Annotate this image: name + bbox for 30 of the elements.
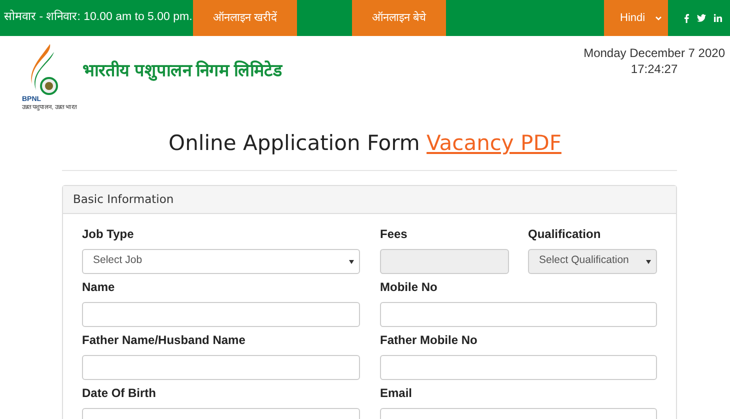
field-label: Job Type bbox=[82, 226, 135, 243]
input-field[interactable] bbox=[82, 354, 360, 380]
dropdown-arrow-icon bbox=[646, 260, 651, 264]
select-field[interactable]: Select Job bbox=[82, 248, 360, 274]
dropdown-arrow-icon bbox=[349, 260, 354, 264]
panel-title: Basic Information bbox=[63, 186, 676, 214]
business-hours: सोमवार - शनिवार: 10.00 am to 5.00 pm. bbox=[3, 9, 193, 26]
field-label: Qualification bbox=[528, 226, 602, 243]
input-field[interactable] bbox=[380, 302, 657, 327]
field-label: Date Of Birth bbox=[82, 384, 158, 402]
field-label: Email bbox=[380, 384, 414, 402]
linkedin-icon[interactable] bbox=[714, 14, 722, 22]
language-dropdown[interactable]: Hindi bbox=[604, 0, 668, 36]
field-label: Mobile No bbox=[380, 278, 438, 296]
organization-name: भारतीय पशुपालन निगम लिमिटेड bbox=[82, 60, 282, 83]
twitter-icon[interactable] bbox=[697, 14, 706, 22]
input-field[interactable] bbox=[380, 354, 657, 380]
nav-link-button[interactable]: ऑनलाइन खरीदें bbox=[193, 0, 298, 36]
input-field[interactable] bbox=[82, 302, 360, 327]
vacancy-pdf-link[interactable]: Vacancy PDF bbox=[426, 131, 562, 155]
field-label: Father Mobile No bbox=[380, 332, 478, 349]
nav-link-button[interactable]: ऑनलाइन बेचे bbox=[352, 0, 446, 36]
current-time: 17:24:27 bbox=[630, 62, 679, 78]
current-date: Monday December 7 2020 bbox=[584, 46, 725, 62]
page-title: Online Application Form Vacancy PDF bbox=[168, 130, 562, 157]
field-label: Fees bbox=[380, 226, 408, 243]
facebook-icon[interactable] bbox=[684, 14, 689, 22]
field-label: Name bbox=[82, 278, 116, 296]
caret-icon bbox=[655, 16, 662, 20]
field-label: Father Name/Husband Name bbox=[82, 332, 246, 349]
